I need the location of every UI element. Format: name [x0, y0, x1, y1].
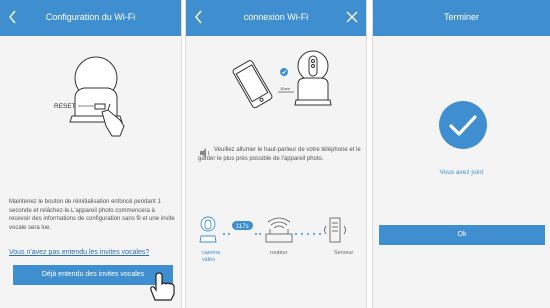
wifi-setup-panel: Configuration du Wi-Fi RESET Maintenez l…	[0, 0, 182, 308]
page-title: Terminer	[443, 12, 479, 22]
header: Terminer	[373, 0, 550, 36]
wifi-connection-panel: connexion Wi-Fi 10cm Veuillez allumer le…	[185, 0, 367, 308]
countdown-timer: 117s	[236, 224, 249, 230]
check-icon	[439, 101, 487, 149]
distance-label: 10cm	[280, 86, 290, 91]
finish-panel: Terminer Vous avez joint Ok	[372, 0, 550, 308]
page-title: Configuration du Wi-Fi	[45, 12, 136, 22]
camera-reset-illustration: RESET	[54, 56, 125, 137]
success-message: Vous avez joint	[439, 169, 484, 176]
header: connexion Wi-Fi	[186, 0, 366, 36]
header: Configuration du Wi-Fi	[0, 0, 181, 36]
router-label: routeur	[270, 250, 288, 256]
server-label: Serveur	[334, 250, 354, 256]
camera-label: caméra vidéo	[202, 250, 221, 263]
speaker-instructions: Veuillez allumer le haut-parleur de votr…	[198, 147, 361, 162]
not-heard-voice-link[interactable]: Vous n'avez pas entendu les invites voca…	[9, 249, 175, 256]
reset-instructions: Maintenez le bouton de réinitialisation …	[9, 199, 175, 231]
connection-diagram: 117s	[199, 216, 346, 243]
reset-label: RESET	[54, 103, 76, 110]
hand-pointer-icon	[150, 272, 175, 301]
page-title: connexion Wi-Fi	[243, 12, 309, 22]
close-x-icon[interactable]	[344, 8, 360, 26]
phone-camera-illustration: 10cm	[232, 50, 332, 109]
ok-button[interactable]: Ok	[379, 225, 545, 245]
